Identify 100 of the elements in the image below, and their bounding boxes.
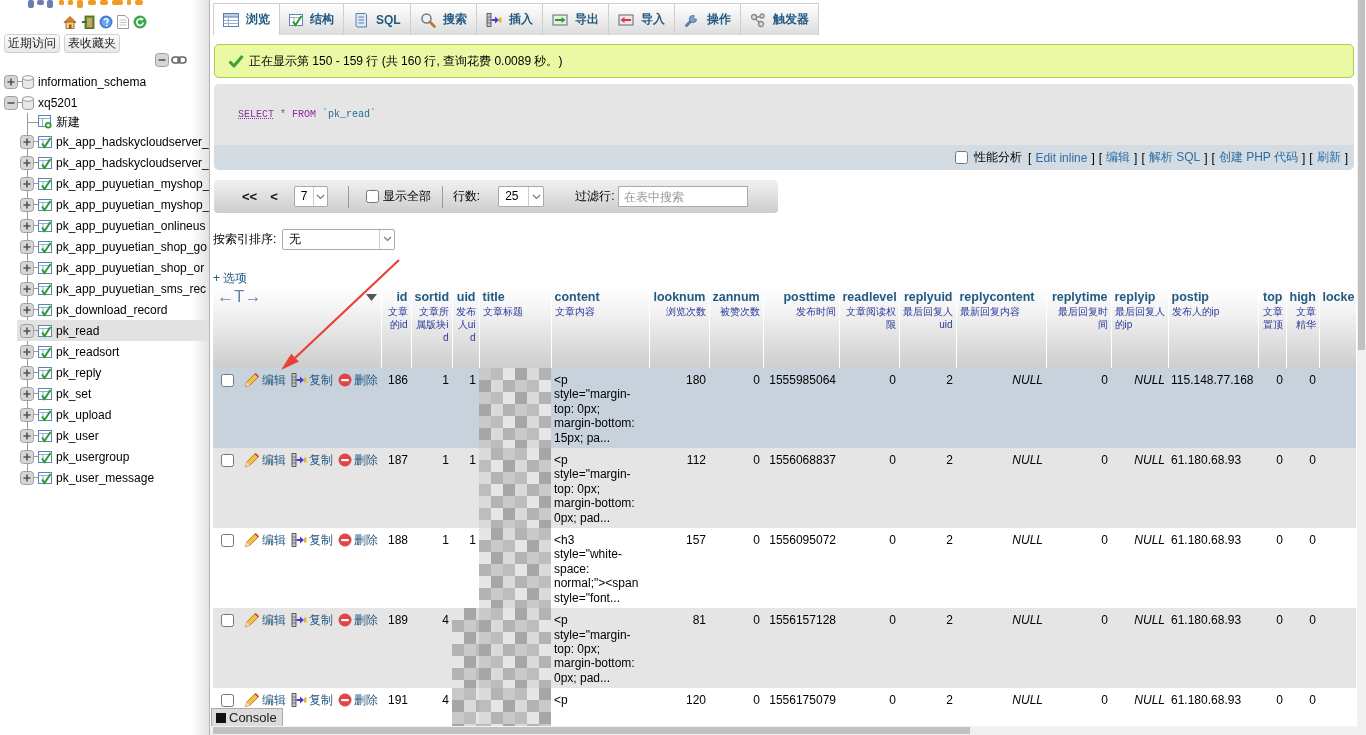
tree-item[interactable]: pk_reply xyxy=(17,362,209,383)
column-name[interactable]: replyip xyxy=(1114,289,1156,305)
query-link[interactable]: Edit inline xyxy=(1035,150,1088,165)
table-name[interactable]: pk_app_puyuetian_myshop_ xyxy=(56,176,209,191)
plus-box-icon[interactable] xyxy=(20,407,34,422)
column-name[interactable]: replyuid xyxy=(903,289,953,305)
checkbox[interactable] xyxy=(955,151,969,164)
column-toggle[interactable]: ←T→ xyxy=(217,288,262,306)
table-name[interactable]: pk_user_message xyxy=(56,470,155,485)
query-link[interactable]: 编辑 xyxy=(1106,149,1131,166)
tree-item[interactable]: information_schema xyxy=(0,71,209,92)
column-name[interactable]: sortid xyxy=(414,289,450,305)
column-name[interactable]: id xyxy=(396,289,408,305)
copy-link[interactable]: 复制 xyxy=(291,452,333,469)
tree-item[interactable]: pk_app_hadskycloudserver_ xyxy=(17,131,209,152)
plus-box-icon[interactable] xyxy=(20,449,34,464)
query-link[interactable]: 解析 SQL xyxy=(1148,149,1201,166)
plus-box-icon[interactable] xyxy=(20,281,34,296)
table-name[interactable]: pk_download_record xyxy=(56,302,168,317)
tree-item[interactable]: pk_upload xyxy=(17,404,209,425)
tab[interactable]: 浏览 xyxy=(213,3,280,35)
plus-box-icon[interactable] xyxy=(20,260,34,275)
filter-field[interactable]: 在表中搜索 xyxy=(618,186,749,207)
document-icon[interactable] xyxy=(116,14,129,29)
query-link[interactable]: 刷新 xyxy=(1316,149,1341,166)
edit-link[interactable]: 编辑 xyxy=(244,372,286,388)
plus-box-icon[interactable] xyxy=(20,218,34,233)
delete-link[interactable]: 删除 xyxy=(338,532,378,548)
scrollbar-thumb[interactable] xyxy=(1358,0,1365,350)
table-name[interactable]: pk_reply xyxy=(56,365,102,380)
sort-select[interactable]: 无 xyxy=(282,228,396,250)
database-name[interactable]: xq5201 xyxy=(38,95,78,110)
plus-box-icon[interactable] xyxy=(20,428,34,443)
plus-box-icon[interactable] xyxy=(4,74,18,89)
delete-link[interactable]: 删除 xyxy=(338,692,378,708)
plus-box-icon[interactable] xyxy=(20,155,34,170)
checkbox[interactable] xyxy=(221,613,234,627)
column-name[interactable]: replycontent xyxy=(959,289,1035,305)
plus-box-icon[interactable] xyxy=(20,197,34,212)
edit-link[interactable]: 编辑 xyxy=(244,612,286,629)
column-name[interactable]: top xyxy=(1263,289,1283,305)
plus-box-icon[interactable] xyxy=(20,323,34,338)
tree-item[interactable]: pk_readsort xyxy=(17,341,209,362)
plus-box-icon[interactable] xyxy=(20,302,34,317)
plus-box-icon[interactable] xyxy=(20,344,34,359)
horizontal-scrollbar[interactable] xyxy=(210,726,1357,735)
table-name[interactable]: pk_app_hadskycloudserver_ xyxy=(56,155,209,170)
column-name[interactable]: posttime xyxy=(783,289,836,305)
tree-item[interactable]: pk_set xyxy=(17,383,209,404)
minus-box-icon[interactable] xyxy=(155,53,169,67)
new-table-link[interactable]: 新建 xyxy=(56,113,80,131)
table-name[interactable]: pk_read xyxy=(56,323,100,338)
table-name[interactable]: pk_set xyxy=(56,386,92,401)
page-select[interactable]: 7 xyxy=(293,186,328,207)
tree-item[interactable]: pk_app_puyuetian_shop_or xyxy=(17,257,209,278)
tree-item[interactable]: pk_app_puyuetian_onlineus xyxy=(17,215,209,236)
tree-item[interactable]: pk_usergroup xyxy=(17,446,209,467)
tab[interactable]: 插入 xyxy=(475,3,543,35)
help-icon[interactable] xyxy=(98,14,113,29)
tab[interactable]: 导入 xyxy=(607,3,675,35)
tab[interactable]: 结构 xyxy=(279,3,344,35)
checkbox[interactable] xyxy=(221,373,234,387)
edit-link[interactable]: 编辑 xyxy=(244,692,286,709)
sidebar-button[interactable]: 近期访问 xyxy=(4,34,60,53)
table-name[interactable]: pk_app_puyuetian_shop_go xyxy=(56,239,207,254)
column-name[interactable]: postip xyxy=(1171,289,1209,305)
reload-icon[interactable] xyxy=(132,14,147,29)
column-name[interactable]: zannum xyxy=(712,289,760,305)
database-name[interactable]: information_schema xyxy=(38,74,147,89)
tab[interactable]: 操作 xyxy=(673,3,741,35)
tree-item[interactable]: pk_user_message xyxy=(17,467,209,488)
tab[interactable]: 导出 xyxy=(541,3,609,35)
checkbox[interactable] xyxy=(365,190,379,203)
edit-link[interactable]: 编辑 xyxy=(244,452,286,469)
delete-link[interactable]: 删除 xyxy=(338,372,378,388)
plus-box-icon[interactable] xyxy=(20,176,34,191)
tab[interactable]: 搜索 xyxy=(409,3,477,35)
tree-item[interactable]: pk_user xyxy=(17,425,209,446)
link-icon[interactable] xyxy=(171,56,187,64)
tree-item[interactable]: pk_app_puyuetian_sms_rec xyxy=(17,278,209,299)
door-icon[interactable] xyxy=(80,14,95,29)
copy-link[interactable]: 复制 xyxy=(291,372,333,388)
delete-link[interactable]: 删除 xyxy=(338,452,378,468)
tree-item[interactable]: pk_app_hadskycloudserver_ xyxy=(17,152,209,173)
table-name[interactable]: pk_readsort xyxy=(56,344,120,359)
copy-link[interactable]: 复制 xyxy=(291,692,333,709)
caret-icon[interactable] xyxy=(365,293,377,301)
table-name[interactable]: pk_app_puyuetian_onlineus xyxy=(56,218,206,233)
tab[interactable]: 触发器 xyxy=(739,3,819,35)
home-icon[interactable] xyxy=(62,14,77,29)
checkbox[interactable] xyxy=(221,693,234,707)
plus-box-icon[interactable] xyxy=(20,134,34,149)
edit-link[interactable]: 编辑 xyxy=(244,532,286,549)
column-name[interactable]: replytime xyxy=(1051,289,1108,305)
tree-item[interactable]: pk_app_puyuetian_shop_go xyxy=(17,236,209,257)
column-name[interactable]: readlevel xyxy=(842,289,897,305)
tree-item[interactable]: pk_download_record xyxy=(17,299,209,320)
tree-item[interactable]: pk_app_puyuetian_myshop_ xyxy=(17,173,209,194)
delete-link[interactable]: 删除 xyxy=(338,612,378,628)
plus-box-icon[interactable] xyxy=(20,386,34,401)
